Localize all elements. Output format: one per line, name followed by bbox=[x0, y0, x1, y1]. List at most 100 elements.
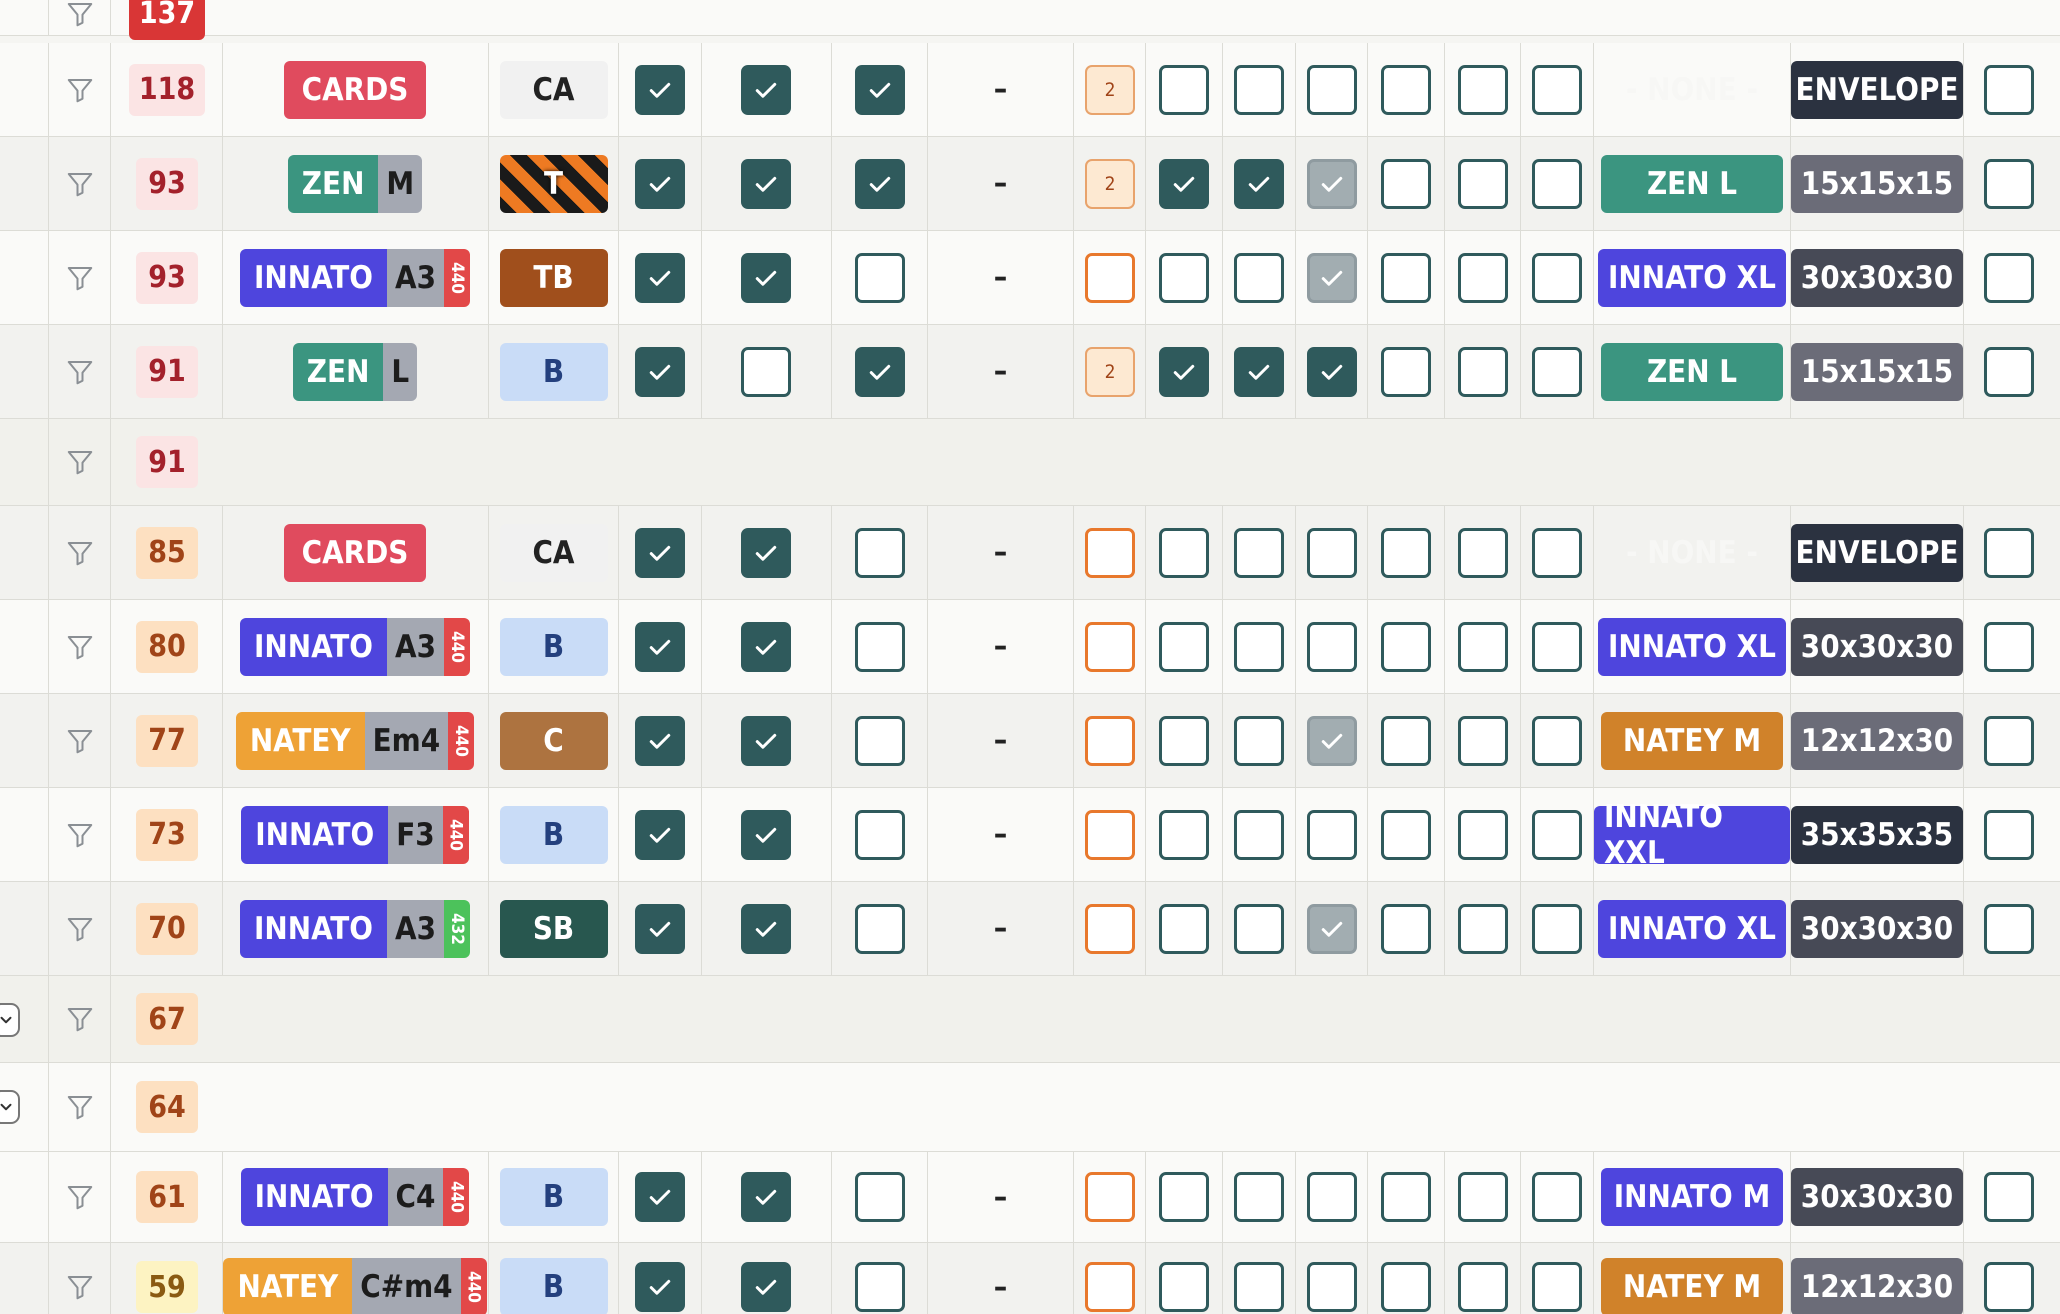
quantity-badge[interactable]: 2 bbox=[1085, 64, 1135, 115]
check-3-checkbox[interactable] bbox=[854, 621, 905, 672]
box-tag[interactable]: NATEY M bbox=[1601, 1258, 1783, 1314]
size-tag[interactable]: ENVELOPE bbox=[1791, 60, 1963, 119]
box-tag[interactable]: INNATO XXL bbox=[1594, 799, 1790, 871]
check-3-checkbox[interactable] bbox=[854, 1172, 905, 1222]
quantity-badge[interactable]: 2 bbox=[1085, 158, 1135, 209]
status-4-checkbox[interactable] bbox=[1381, 715, 1431, 766]
check-3-checkbox[interactable] bbox=[854, 64, 905, 115]
status-6-checkbox[interactable] bbox=[1532, 903, 1582, 954]
size-tag[interactable]: 12x12x30 bbox=[1791, 1258, 1963, 1314]
check-2-checkbox[interactable] bbox=[741, 903, 791, 954]
filter-button[interactable] bbox=[48, 1152, 110, 1242]
check-3-checkbox[interactable] bbox=[854, 252, 905, 303]
quantity-checkbox[interactable] bbox=[1085, 809, 1135, 860]
status-6-checkbox[interactable] bbox=[1532, 252, 1582, 303]
status-2-checkbox[interactable] bbox=[1234, 809, 1284, 860]
size-tag[interactable]: 30x30x30 bbox=[1791, 1168, 1963, 1226]
filter-button[interactable] bbox=[48, 788, 110, 881]
check-1-checkbox[interactable] bbox=[635, 809, 685, 860]
status-3-checkbox[interactable] bbox=[1307, 809, 1357, 860]
row-select-checkbox[interactable] bbox=[1984, 903, 2034, 954]
status-1-checkbox[interactable] bbox=[1159, 809, 1209, 860]
check-1-checkbox[interactable] bbox=[635, 158, 685, 209]
status-3-checkbox[interactable] bbox=[1307, 158, 1357, 209]
status-2-checkbox[interactable] bbox=[1234, 1262, 1284, 1312]
status-5-checkbox[interactable] bbox=[1458, 1172, 1508, 1222]
filter-button[interactable] bbox=[48, 43, 110, 136]
box-tag[interactable]: - NONE - bbox=[1601, 524, 1783, 582]
status-6-checkbox[interactable] bbox=[1532, 809, 1582, 860]
status-6-checkbox[interactable] bbox=[1532, 527, 1582, 578]
check-3-checkbox[interactable] bbox=[854, 158, 905, 209]
filter-button[interactable] bbox=[48, 0, 110, 35]
status-4-checkbox[interactable] bbox=[1381, 809, 1431, 860]
row-select-checkbox[interactable] bbox=[1984, 527, 2034, 578]
check-2-checkbox[interactable] bbox=[741, 1262, 791, 1312]
status-3-checkbox[interactable] bbox=[1307, 1172, 1357, 1222]
filter-button[interactable] bbox=[48, 137, 110, 230]
status-2-checkbox[interactable] bbox=[1234, 252, 1284, 303]
status-2-checkbox[interactable] bbox=[1234, 715, 1284, 766]
status-6-checkbox[interactable] bbox=[1532, 158, 1582, 209]
status-3-checkbox[interactable] bbox=[1307, 903, 1357, 954]
check-1-checkbox[interactable] bbox=[635, 1172, 685, 1222]
status-4-checkbox[interactable] bbox=[1381, 903, 1431, 954]
status-1-checkbox[interactable] bbox=[1159, 1172, 1209, 1222]
status-6-checkbox[interactable] bbox=[1532, 621, 1582, 672]
row-select-checkbox[interactable] bbox=[1984, 621, 2034, 672]
status-3-checkbox[interactable] bbox=[1307, 64, 1357, 115]
check-1-checkbox[interactable] bbox=[635, 346, 685, 397]
quantity-checkbox[interactable] bbox=[1085, 252, 1135, 303]
box-tag[interactable]: INNATO XL bbox=[1598, 617, 1786, 676]
status-3-checkbox[interactable] bbox=[1307, 527, 1357, 578]
status-6-checkbox[interactable] bbox=[1532, 715, 1582, 766]
row-select-checkbox[interactable] bbox=[1984, 252, 2034, 303]
expand-group-button[interactable] bbox=[0, 1003, 20, 1037]
box-tag[interactable]: ZEN L bbox=[1601, 154, 1783, 213]
check-2-checkbox[interactable] bbox=[741, 621, 791, 672]
check-2-checkbox[interactable] bbox=[741, 715, 791, 766]
status-4-checkbox[interactable] bbox=[1381, 64, 1431, 115]
status-4-checkbox[interactable] bbox=[1381, 621, 1431, 672]
status-1-checkbox[interactable] bbox=[1159, 252, 1209, 303]
status-5-checkbox[interactable] bbox=[1458, 621, 1508, 672]
check-2-checkbox[interactable] bbox=[741, 252, 791, 303]
check-2-checkbox[interactable] bbox=[741, 809, 791, 860]
size-tag[interactable]: 30x30x30 bbox=[1791, 617, 1963, 676]
status-1-checkbox[interactable] bbox=[1159, 346, 1209, 397]
filter-button[interactable] bbox=[48, 325, 110, 418]
row-select-checkbox[interactable] bbox=[1984, 64, 2034, 115]
quantity-checkbox[interactable] bbox=[1085, 1262, 1135, 1312]
quantity-checkbox[interactable] bbox=[1085, 621, 1135, 672]
check-3-checkbox[interactable] bbox=[854, 527, 905, 578]
status-2-checkbox[interactable] bbox=[1234, 158, 1284, 209]
status-5-checkbox[interactable] bbox=[1458, 252, 1508, 303]
check-2-checkbox[interactable] bbox=[741, 158, 791, 209]
box-tag[interactable]: NATEY M bbox=[1601, 711, 1783, 770]
status-2-checkbox[interactable] bbox=[1234, 346, 1284, 397]
check-3-checkbox[interactable] bbox=[854, 346, 905, 397]
check-3-checkbox[interactable] bbox=[854, 1262, 905, 1312]
check-1-checkbox[interactable] bbox=[635, 903, 685, 954]
status-1-checkbox[interactable] bbox=[1159, 64, 1209, 115]
row-select-checkbox[interactable] bbox=[1984, 346, 2034, 397]
status-3-checkbox[interactable] bbox=[1307, 715, 1357, 766]
filter-button[interactable] bbox=[48, 1063, 110, 1151]
status-1-checkbox[interactable] bbox=[1159, 527, 1209, 578]
check-1-checkbox[interactable] bbox=[635, 527, 685, 578]
status-6-checkbox[interactable] bbox=[1532, 1262, 1582, 1312]
check-1-checkbox[interactable] bbox=[635, 252, 685, 303]
box-tag[interactable]: ZEN L bbox=[1601, 342, 1783, 401]
box-tag[interactable]: INNATO XL bbox=[1598, 248, 1786, 307]
quantity-checkbox[interactable] bbox=[1085, 903, 1135, 954]
check-2-checkbox[interactable] bbox=[741, 527, 791, 578]
check-2-checkbox[interactable] bbox=[741, 346, 791, 397]
status-2-checkbox[interactable] bbox=[1234, 64, 1284, 115]
check-2-checkbox[interactable] bbox=[741, 1172, 791, 1222]
filter-button[interactable] bbox=[48, 1243, 110, 1314]
status-2-checkbox[interactable] bbox=[1234, 527, 1284, 578]
quantity-checkbox[interactable] bbox=[1085, 527, 1135, 578]
size-tag[interactable]: 35x35x35 bbox=[1791, 805, 1963, 864]
status-5-checkbox[interactable] bbox=[1458, 158, 1508, 209]
status-2-checkbox[interactable] bbox=[1234, 1172, 1284, 1222]
